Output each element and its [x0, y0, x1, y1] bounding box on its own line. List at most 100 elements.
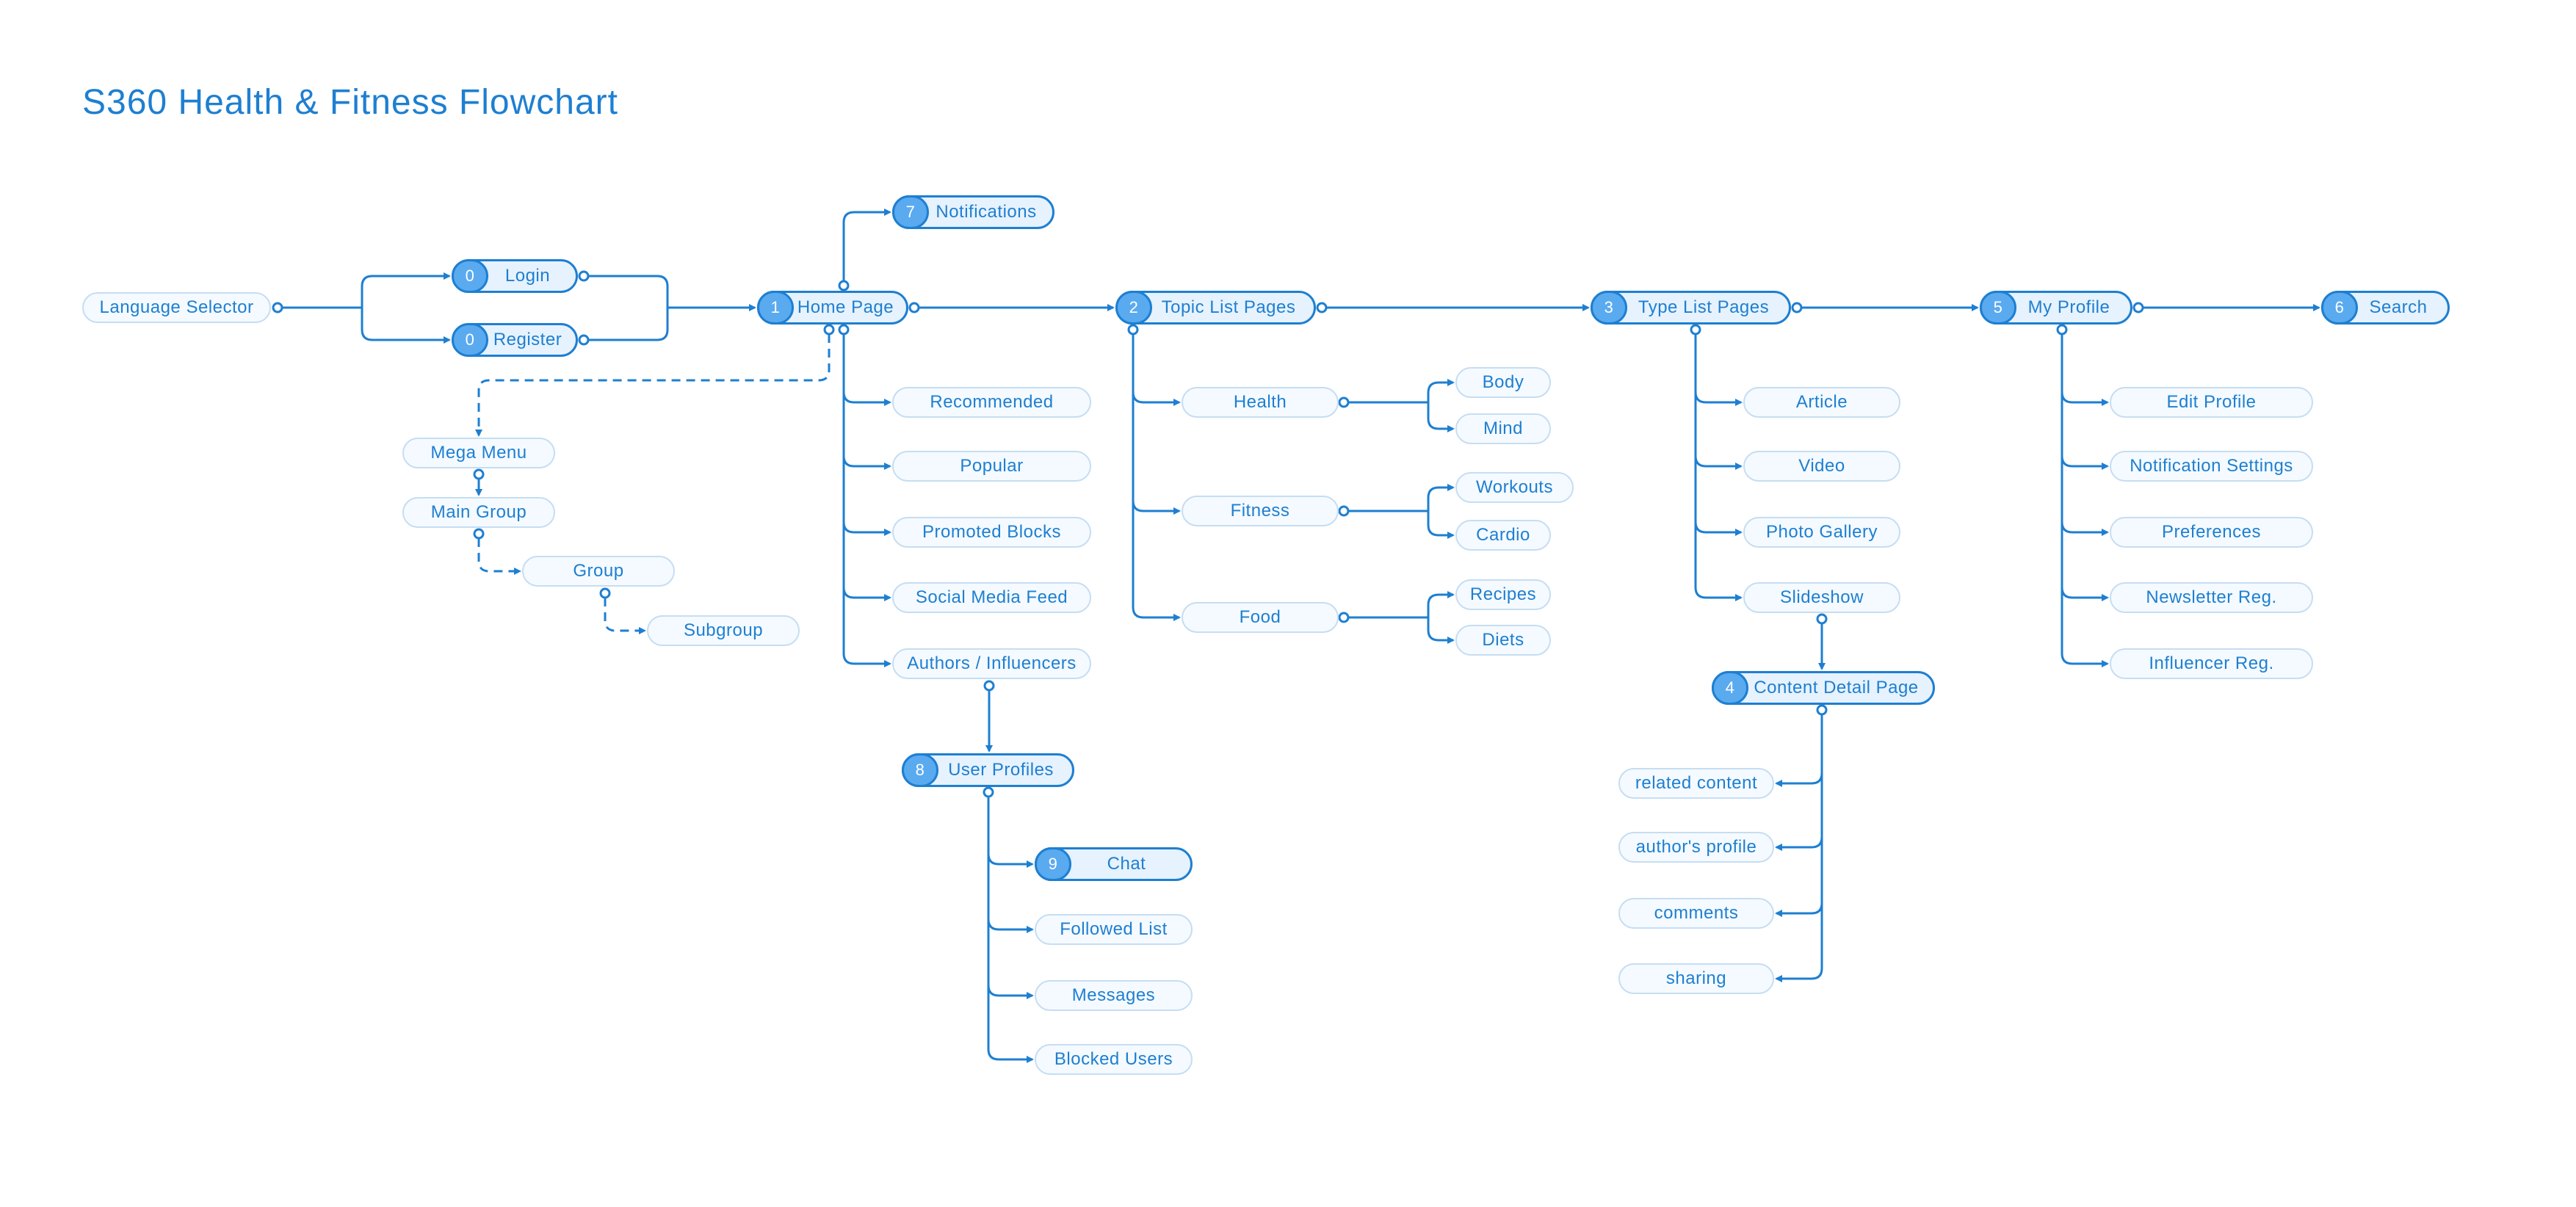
- node-topic-child[interactable]: Fitness: [1182, 496, 1339, 526]
- connector-port: [1338, 396, 1350, 408]
- step-number-badge: 0: [452, 259, 488, 293]
- connector-line: [2061, 334, 2109, 667]
- node-home-child[interactable]: Recommended: [892, 387, 1091, 418]
- node-label: Blocked Users: [1054, 1049, 1173, 1069]
- node-chat[interactable]: 9 Chat: [1035, 847, 1193, 881]
- node-search[interactable]: 6 Search: [2321, 291, 2450, 325]
- connector-line: [361, 308, 451, 344]
- node-topic-child[interactable]: Food: [1182, 602, 1339, 633]
- node-main-group[interactable]: Main Group: [402, 497, 555, 528]
- connector-port: [599, 587, 611, 599]
- step-number-badge: 1: [757, 291, 794, 325]
- node-label: Promoted Blocks: [922, 522, 1061, 542]
- node-topic-subchild[interactable]: Mind: [1455, 413, 1551, 444]
- node-label: author's profile: [1635, 837, 1757, 857]
- connector-line: [604, 598, 646, 634]
- node-label: Social Media Feed: [915, 587, 1068, 607]
- step-number-badge: 7: [892, 195, 929, 229]
- node-profile-child[interactable]: Preferences: [2110, 517, 2313, 548]
- connector-port: [473, 528, 485, 540]
- node-user-profile-child[interactable]: Messages: [1035, 980, 1193, 1011]
- node-detail-child[interactable]: comments: [1618, 898, 1774, 929]
- step-number-badge: 0: [452, 323, 488, 357]
- connector-line: [1694, 334, 1743, 406]
- step-number-badge: 8: [902, 753, 938, 787]
- node-label: Subgroup: [683, 620, 764, 640]
- node-label: Messages: [1071, 985, 1156, 1005]
- step-number-badge: 2: [1115, 291, 1152, 325]
- node-label: Type List Pages: [1638, 297, 1770, 317]
- node-detail-child[interactable]: related content: [1618, 768, 1774, 799]
- connector-port: [1127, 324, 1139, 336]
- step-number-badge: 3: [1591, 291, 1627, 325]
- connector-port: [908, 302, 920, 313]
- node-home-page[interactable]: 1 Home Page: [757, 291, 908, 325]
- step-number-badge: 6: [2321, 291, 2358, 325]
- node-home-child[interactable]: Authors / Influencers: [892, 648, 1091, 679]
- node-user-profiles[interactable]: 8 User Profiles: [902, 753, 1074, 787]
- node-profile-child[interactable]: Influencer Reg.: [2110, 648, 2313, 679]
- node-type-child[interactable]: Article: [1743, 387, 1900, 418]
- node-mega-menu[interactable]: Mega Menu: [402, 438, 555, 468]
- node-type-child[interactable]: Photo Gallery: [1743, 517, 1900, 548]
- connector-line: [1694, 334, 1743, 536]
- node-profile-child[interactable]: Newsletter Reg.: [2110, 582, 2313, 613]
- connector-port: [823, 324, 835, 336]
- node-topic-child[interactable]: Health: [1182, 387, 1339, 418]
- node-label: Register: [493, 330, 562, 349]
- node-topic-subchild[interactable]: Cardio: [1455, 520, 1551, 551]
- node-label: Login: [504, 266, 551, 286]
- node-topic-subchild[interactable]: Body: [1455, 367, 1551, 398]
- connector-line: [361, 272, 451, 308]
- node-label: Popular: [960, 456, 1024, 476]
- node-home-child[interactable]: Social Media Feed: [892, 582, 1091, 613]
- connector-port: [1338, 612, 1350, 623]
- node-user-profile-child[interactable]: Blocked Users: [1035, 1044, 1193, 1075]
- node-content-detail-page[interactable]: 4 Content Detail Page: [1712, 671, 1935, 705]
- connector-line: [2061, 334, 2109, 470]
- node-label: Health: [1233, 392, 1287, 412]
- node-type-list-pages[interactable]: 3 Type List Pages: [1591, 291, 1791, 325]
- node-label: Slideshow: [1780, 587, 1864, 607]
- node-language-selector[interactable]: Language Selector: [82, 292, 271, 323]
- connector-port: [1338, 505, 1350, 517]
- connector-line: [842, 209, 891, 281]
- node-topic-subchild[interactable]: Workouts: [1455, 472, 1574, 503]
- node-detail-child[interactable]: author's profile: [1618, 832, 1774, 863]
- node-label: Search: [2369, 297, 2428, 317]
- node-register[interactable]: 0 Register: [452, 323, 578, 357]
- node-home-child[interactable]: Popular: [892, 451, 1091, 482]
- node-my-profile[interactable]: 5 My Profile: [1980, 291, 2132, 325]
- node-label: Photo Gallery: [1766, 522, 1878, 542]
- node-type-child[interactable]: Slideshow: [1743, 582, 1900, 613]
- node-label: Video: [1798, 456, 1845, 476]
- node-login[interactable]: 0 Login: [452, 259, 578, 293]
- node-type-child[interactable]: Video: [1743, 451, 1900, 482]
- node-user-profile-child[interactable]: Followed List: [1035, 914, 1193, 945]
- node-detail-child[interactable]: sharing: [1618, 963, 1774, 994]
- step-number-badge: 5: [1980, 291, 2016, 325]
- node-profile-child[interactable]: Notification Settings: [2110, 451, 2313, 482]
- node-label: Fitness: [1230, 501, 1290, 521]
- connector-line: [842, 334, 891, 470]
- node-notifications[interactable]: 7 Notifications: [892, 195, 1054, 229]
- node-topic-subchild[interactable]: Diets: [1455, 625, 1551, 656]
- node-group[interactable]: Group: [522, 556, 675, 587]
- connector-line: [2061, 334, 2109, 536]
- connector-port: [578, 270, 590, 282]
- connector-port: [983, 786, 994, 798]
- connector-port: [983, 680, 995, 692]
- node-topic-subchild[interactable]: Recipes: [1455, 579, 1551, 610]
- connector-port: [272, 302, 283, 313]
- node-profile-child[interactable]: Edit Profile: [2110, 387, 2313, 418]
- node-label: Home Page: [797, 297, 894, 317]
- node-home-child[interactable]: Promoted Blocks: [892, 517, 1091, 548]
- step-number-badge: 4: [1712, 671, 1748, 705]
- connector-line: [588, 275, 669, 308]
- node-label: Recipes: [1469, 584, 1537, 604]
- node-subgroup[interactable]: Subgroup: [647, 615, 800, 646]
- node-label: Recommended: [930, 392, 1054, 412]
- node-topic-list-pages[interactable]: 2 Topic List Pages: [1115, 291, 1316, 325]
- connector-line: [1775, 714, 1823, 787]
- connector-port: [1816, 704, 1828, 716]
